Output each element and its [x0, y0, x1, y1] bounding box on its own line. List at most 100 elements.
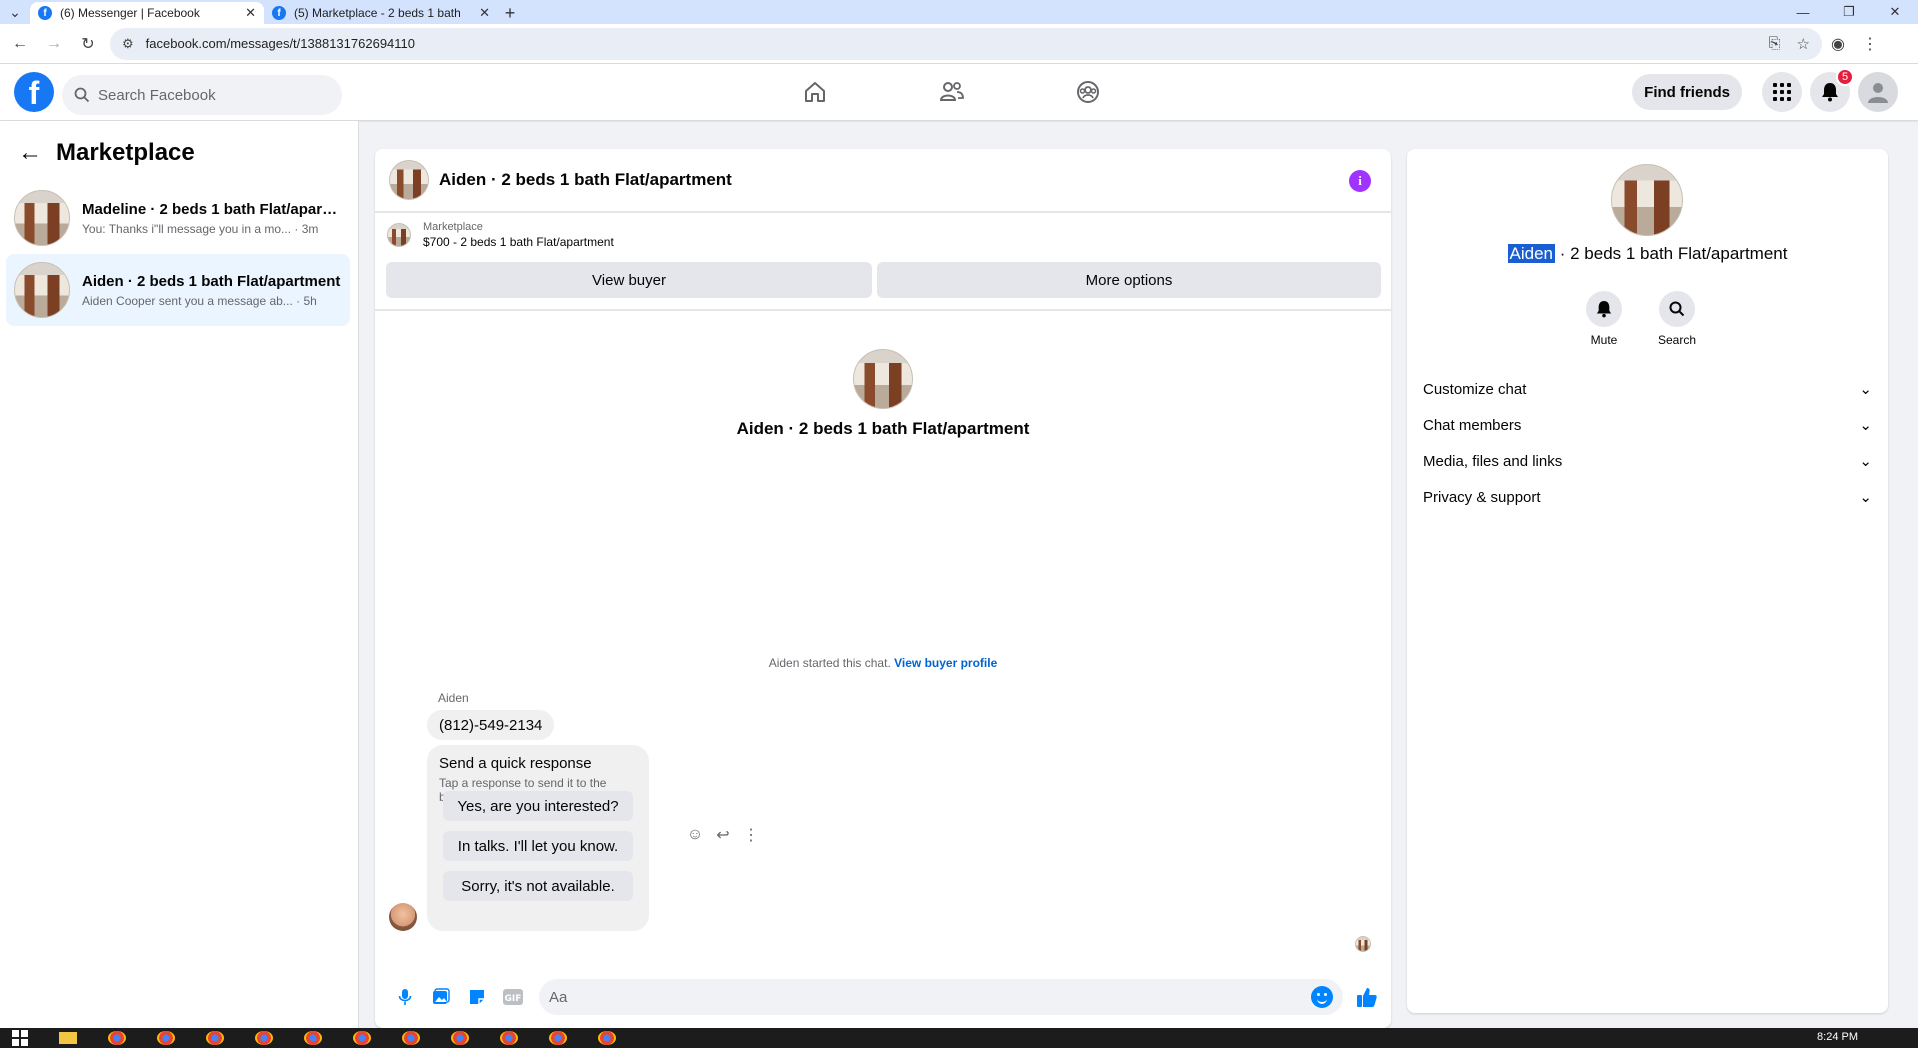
chrome-taskbar-icon[interactable]	[157, 1031, 175, 1045]
photo-icon[interactable]	[423, 988, 459, 1006]
chrome-taskbar-icon[interactable]	[304, 1031, 322, 1045]
listing-summary[interactable]: Marketplace $700 - 2 beds 1 bath Flat/ap…	[387, 221, 614, 249]
menu-dots-icon[interactable]: ⋮	[1854, 34, 1886, 54]
quick-response-option[interactable]: In talks. I'll let you know.	[443, 831, 633, 861]
back-icon[interactable]: ←	[6, 30, 34, 58]
conversation-item-aiden[interactable]: Aiden · 2 beds 1 bath Flat/apartment Aid…	[6, 254, 350, 326]
thumbs-up-icon[interactable]	[1349, 986, 1385, 1008]
header-actions: Find friends 5	[1632, 68, 1898, 112]
selected-text-aiden: Aiden	[1507, 244, 1555, 263]
chat-started-notice: Aiden started this chat. View buyer prof…	[375, 656, 1391, 670]
message-bubble[interactable]: (812)-549-2134	[427, 710, 555, 740]
bookmark-star-icon[interactable]: ☆	[1797, 35, 1810, 53]
chrome-taskbar-icon[interactable]	[500, 1031, 518, 1045]
view-buyer-button[interactable]: View buyer	[386, 262, 872, 298]
message-composer: GIF	[375, 969, 1391, 1025]
chrome-taskbar-icon[interactable]	[353, 1031, 371, 1045]
facebook-favicon-icon: f	[272, 6, 286, 20]
find-friends-button[interactable]: Find friends	[1632, 74, 1742, 110]
quick-response-card: Send a quick response Tap a response to …	[427, 745, 649, 931]
search-conversation-button[interactable]: Search	[1647, 291, 1707, 347]
chrome-taskbar-icon[interactable]	[402, 1031, 420, 1045]
chat-hero-name: Aiden · 2 beds 1 bath Flat/apartment	[736, 419, 1030, 438]
close-tab-icon[interactable]: ✕	[245, 5, 256, 21]
grid-icon	[1773, 83, 1791, 101]
chrome-taskbar-icon[interactable]	[598, 1031, 616, 1045]
restore-icon[interactable]: ❐	[1826, 0, 1872, 24]
url-text[interactable]: facebook.com/messages/t/1388131762694110	[146, 36, 1753, 51]
section-label: Media, files and links	[1423, 452, 1563, 470]
section-media-files-links[interactable]: Media, files and links ⌄	[1423, 443, 1872, 479]
forward-icon[interactable]: →	[40, 30, 68, 58]
minimize-icon[interactable]: —	[1780, 0, 1826, 24]
sticker-icon[interactable]	[459, 988, 495, 1006]
mute-label: Mute	[1590, 333, 1618, 347]
section-privacy-support[interactable]: Privacy & support ⌄	[1423, 479, 1872, 515]
more-options-button[interactable]: More options	[877, 262, 1381, 298]
notifications-button[interactable]: 5	[1810, 68, 1854, 112]
browser-tab-marketplace[interactable]: f (5) Marketplace - 2 beds 1 bath ✕	[264, 2, 498, 24]
chat-avatar[interactable]	[389, 160, 429, 200]
quick-response-title: Send a quick response	[439, 755, 592, 772]
chrome-taskbar-icon[interactable]	[206, 1031, 224, 1045]
account-avatar[interactable]	[1858, 72, 1898, 112]
close-window-icon[interactable]: ✕	[1872, 0, 1918, 24]
reply-icon[interactable]: ↩	[709, 825, 737, 845]
new-tab-button[interactable]: +	[498, 2, 522, 24]
groups-nav-icon[interactable]	[1068, 72, 1108, 112]
details-title: Aiden · 2 beds 1 bath Flat/apartment	[1407, 244, 1888, 264]
windows-start-icon[interactable]	[12, 1030, 28, 1046]
chat-title[interactable]: Aiden · 2 beds 1 bath Flat/apartment	[439, 170, 732, 190]
taskbar-clock[interactable]: 8:24 PM	[1817, 1031, 1858, 1043]
chrome-taskbar-icon[interactable]	[255, 1031, 273, 1045]
react-smiley-icon[interactable]: ☺	[681, 826, 709, 844]
friends-nav-icon[interactable]	[932, 72, 972, 112]
chat-hero-avatar	[853, 349, 913, 409]
search-box[interactable]	[62, 75, 342, 115]
mute-button[interactable]: Mute	[1574, 291, 1634, 347]
chrome-taskbar-icon[interactable]	[549, 1031, 567, 1045]
chrome-taskbar-icon[interactable]	[451, 1031, 469, 1045]
tab-title: (5) Marketplace - 2 beds 1 bath	[294, 6, 461, 20]
section-customize-chat[interactable]: Customize chat ⌄	[1423, 371, 1872, 407]
search-input[interactable]	[98, 86, 318, 104]
profile-icon[interactable]: ◉	[1822, 34, 1854, 54]
url-bar[interactable]: ⚙ facebook.com/messages/t/13881317626941…	[110, 27, 1822, 60]
close-tab-icon[interactable]: ✕	[479, 5, 490, 21]
tab-title: (6) Messenger | Facebook	[60, 6, 200, 20]
quick-response-option[interactable]: Yes, are you interested?	[443, 791, 633, 821]
message-actions: ☺ ↩ ⋮	[681, 825, 765, 845]
message-input-wrapper	[539, 979, 1343, 1015]
home-nav-icon[interactable]	[795, 72, 835, 112]
conversation-item-madeline[interactable]: Madeline · 2 beds 1 bath Flat/apartment …	[6, 182, 350, 254]
chevron-down-icon: ⌄	[1859, 381, 1872, 398]
emoji-icon[interactable]	[1311, 986, 1333, 1008]
section-chat-members[interactable]: Chat members ⌄	[1423, 407, 1872, 443]
back-arrow-icon[interactable]: ←	[18, 139, 42, 167]
sender-avatar[interactable]	[389, 903, 417, 931]
windows-taskbar: 8:24 PM	[0, 1028, 1918, 1048]
site-info-icon[interactable]: ⚙	[122, 36, 134, 52]
svg-text:GIF: GIF	[505, 994, 522, 1004]
menu-grid-button[interactable]	[1762, 72, 1802, 112]
view-buyer-profile-link[interactable]: View buyer profile	[894, 656, 997, 670]
chevron-down-icon: ⌄	[1859, 417, 1872, 434]
microphone-icon[interactable]	[387, 988, 423, 1006]
tab-search-chevron-icon[interactable]: ⌄	[0, 0, 30, 24]
gif-icon[interactable]: GIF	[495, 989, 531, 1005]
facebook-logo-icon[interactable]: f	[14, 72, 54, 112]
section-label: Chat members	[1423, 416, 1522, 434]
info-icon[interactable]: i	[1349, 170, 1371, 192]
details-title-rest: · 2 beds 1 bath Flat/apartment	[1555, 244, 1788, 263]
details-avatar[interactable]	[1611, 164, 1683, 236]
divider	[375, 309, 1391, 311]
bell-icon	[1822, 83, 1838, 102]
browser-tab-messenger[interactable]: f (6) Messenger | Facebook ✕	[30, 2, 264, 24]
quick-response-option[interactable]: Sorry, it's not available.	[443, 871, 633, 901]
chrome-taskbar-icon[interactable]	[108, 1031, 126, 1045]
more-dots-icon[interactable]: ⋮	[737, 825, 765, 845]
file-explorer-icon[interactable]	[59, 1032, 77, 1044]
message-input[interactable]	[549, 988, 1311, 1006]
reload-icon[interactable]: ↻	[74, 30, 102, 58]
install-app-icon[interactable]: ⎘	[1769, 35, 1781, 52]
